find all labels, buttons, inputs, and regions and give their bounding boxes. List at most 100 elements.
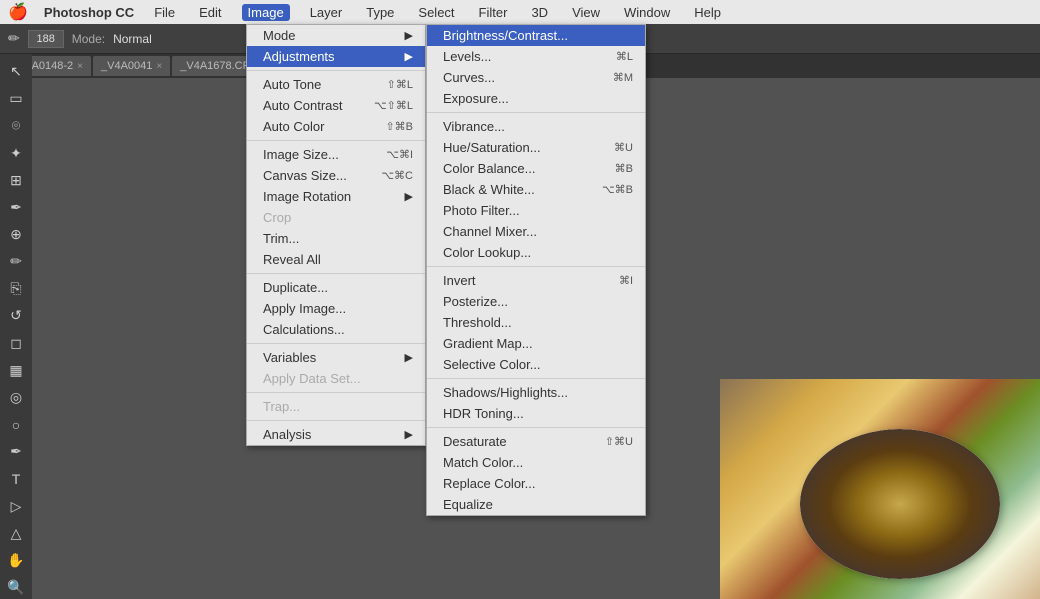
brush-tool[interactable]: ✏ (4, 250, 28, 273)
menu-separator (427, 427, 645, 428)
menu-item-apply-image[interactable]: Apply Image... (247, 298, 425, 319)
menu-window[interactable]: Window (620, 5, 674, 20)
menu-item-vibrance[interactable]: Vibrance... (427, 116, 645, 137)
menu-item-brightness-contrast[interactable]: Brightness/Contrast... (427, 25, 645, 46)
menu-item-reveal-all[interactable]: Reveal All (247, 249, 425, 270)
menu-item-auto-contrast[interactable]: Auto Contrast ⌥⇧⌘L (247, 95, 425, 116)
clone-tool[interactable]: ⎘ (4, 277, 28, 300)
pen-tool[interactable]: ✒ (4, 440, 28, 463)
menu-3d[interactable]: 3D (527, 5, 552, 20)
menu-item-levels[interactable]: Levels... ⌘L (427, 46, 645, 67)
mode-value[interactable]: Normal (113, 32, 152, 46)
food-content (800, 429, 1000, 579)
menu-item-label: Calculations... (263, 322, 345, 337)
menu-item-calculations[interactable]: Calculations... (247, 319, 425, 340)
menu-item-gradient-map[interactable]: Gradient Map... (427, 333, 645, 354)
menu-item-label: Black & White... (443, 182, 535, 197)
menu-item-posterize[interactable]: Posterize... (427, 291, 645, 312)
menu-item-threshold[interactable]: Threshold... (427, 312, 645, 333)
menu-edit[interactable]: Edit (195, 5, 225, 20)
submenu-arrow-icon: ▶ (405, 29, 413, 42)
shortcut-label: ⌘M (613, 71, 633, 84)
menu-view[interactable]: View (568, 5, 604, 20)
menu-item-channel-mixer[interactable]: Channel Mixer... (427, 221, 645, 242)
menu-item-invert[interactable]: Invert ⌘I (427, 270, 645, 291)
submenu-arrow-icon: ▶ (405, 351, 413, 364)
healing-tool[interactable]: ⊕ (4, 223, 28, 246)
apple-menu[interactable]: 🍎 (8, 2, 28, 22)
menu-item-photo-filter[interactable]: Photo Filter... (427, 200, 645, 221)
menu-item-image-rotation[interactable]: Image Rotation ▶ (247, 186, 425, 207)
app-name[interactable]: Photoshop CC (44, 5, 134, 20)
shortcut-label: ⌥⇧⌘L (374, 99, 413, 112)
dodge-tool[interactable]: ○ (4, 413, 28, 436)
menu-item-color-balance[interactable]: Color Balance... ⌘B (427, 158, 645, 179)
menu-item-label: Apply Image... (263, 301, 346, 316)
menu-item-image-size[interactable]: Image Size... ⌥⌘I (247, 144, 425, 165)
menu-file[interactable]: File (150, 5, 179, 20)
menu-separator (247, 70, 425, 71)
menu-item-auto-tone[interactable]: Auto Tone ⇧⌘L (247, 74, 425, 95)
tab-v4a0041[interactable]: _V4A0041 × (93, 56, 170, 76)
eyedropper-tool[interactable]: ✒ (4, 196, 28, 219)
menu-item-label: Match Color... (443, 455, 523, 470)
type-tool[interactable]: T (4, 467, 28, 490)
menu-item-label: Equalize (443, 497, 493, 512)
menu-layer[interactable]: Layer (306, 5, 347, 20)
menu-item-label: Posterize... (443, 294, 508, 309)
menu-item-equalize[interactable]: Equalize (427, 494, 645, 515)
gradient-tool[interactable]: ▦ (4, 359, 28, 382)
shape-tool[interactable]: △ (4, 522, 28, 545)
menu-item-crop: Crop (247, 207, 425, 228)
menu-item-canvas-size[interactable]: Canvas Size... ⌥⌘C (247, 165, 425, 186)
tab-close-icon[interactable]: × (77, 61, 83, 72)
selection-tool[interactable]: ▭ (4, 87, 28, 110)
menu-item-exposure[interactable]: Exposure... (427, 88, 645, 109)
menu-image[interactable]: Image (242, 4, 290, 21)
menu-item-adjustments[interactable]: Adjustments ▶ (247, 46, 425, 67)
menu-item-variables[interactable]: Variables ▶ (247, 347, 425, 368)
menu-item-match-color[interactable]: Match Color... (427, 452, 645, 473)
menu-item-replace-color[interactable]: Replace Color... (427, 473, 645, 494)
shortcut-label: ⌥⌘C (381, 169, 413, 182)
history-brush-tool[interactable]: ↺ (4, 304, 28, 327)
menu-item-mode[interactable]: Mode ▶ (247, 25, 425, 46)
menu-item-selective-color[interactable]: Selective Color... (427, 354, 645, 375)
hand-tool[interactable]: ✋ (4, 549, 28, 572)
menu-item-label: Gradient Map... (443, 336, 533, 351)
menu-separator (427, 266, 645, 267)
menu-separator (247, 273, 425, 274)
menu-item-label: HDR Toning... (443, 406, 524, 421)
menu-item-color-lookup[interactable]: Color Lookup... (427, 242, 645, 263)
canvas-image (720, 379, 1040, 599)
path-selection-tool[interactable]: ▷ (4, 495, 28, 518)
shortcut-label: ⌥⌘B (602, 183, 633, 196)
menu-item-shadows-highlights[interactable]: Shadows/Highlights... (427, 382, 645, 403)
menu-item-black-white[interactable]: Black & White... ⌥⌘B (427, 179, 645, 200)
move-tool[interactable]: ↖ (4, 60, 28, 83)
menu-item-label: Invert (443, 273, 476, 288)
menu-help[interactable]: Help (690, 5, 725, 20)
menu-select[interactable]: Select (414, 5, 458, 20)
zoom-tool[interactable]: 🔍 (4, 576, 28, 599)
menu-item-label: Mode (263, 28, 296, 43)
menu-filter[interactable]: Filter (475, 5, 512, 20)
menu-item-hue-saturation[interactable]: Hue/Saturation... ⌘U (427, 137, 645, 158)
menu-item-curves[interactable]: Curves... ⌘M (427, 67, 645, 88)
magic-wand-tool[interactable]: ✦ (4, 141, 28, 164)
brush-size-input[interactable]: 188 (28, 30, 64, 48)
blur-tool[interactable]: ◎ (4, 386, 28, 409)
menu-item-trim[interactable]: Trim... (247, 228, 425, 249)
eraser-tool[interactable]: ◻ (4, 332, 28, 355)
lasso-tool[interactable]: ⌾ (4, 114, 28, 137)
menu-item-hdr-toning[interactable]: HDR Toning... (427, 403, 645, 424)
menu-item-desaturate[interactable]: Desaturate ⇧⌘U (427, 431, 645, 452)
tab-close-icon[interactable]: × (156, 61, 162, 72)
menu-item-auto-color[interactable]: Auto Color ⇧⌘B (247, 116, 425, 137)
menu-type[interactable]: Type (362, 5, 398, 20)
menu-separator (427, 378, 645, 379)
crop-tool[interactable]: ⊞ (4, 169, 28, 192)
menu-item-duplicate[interactable]: Duplicate... (247, 277, 425, 298)
menu-item-analysis[interactable]: Analysis ▶ (247, 424, 425, 445)
menu-item-label: Photo Filter... (443, 203, 520, 218)
